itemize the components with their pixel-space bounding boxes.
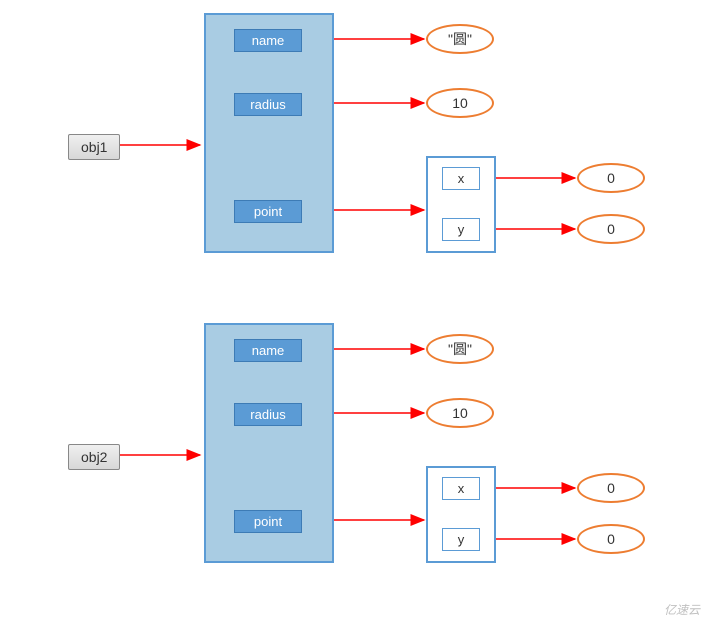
obj2-field-name: name	[234, 339, 302, 362]
obj1-value-name: "圆"	[426, 24, 494, 54]
obj2-field-radius: radius	[234, 403, 302, 426]
obj2-field-point: point	[234, 510, 302, 533]
obj1-value-x: 0	[577, 163, 645, 193]
obj2-value-radius: 10	[426, 398, 494, 428]
obj2-point-x: x	[442, 477, 480, 500]
obj2-value-y: 0	[577, 524, 645, 554]
obj1-value-y: 0	[577, 214, 645, 244]
watermark-text: 亿速云	[664, 601, 700, 618]
obj1-field-point: point	[234, 200, 302, 223]
obj1-box: obj1	[68, 134, 120, 160]
obj2-point-y: y	[442, 528, 480, 551]
obj2-value-name: "圆"	[426, 334, 494, 364]
obj1-point-y: y	[442, 218, 480, 241]
obj2-box: obj2	[68, 444, 120, 470]
obj2-value-x: 0	[577, 473, 645, 503]
obj1-field-radius: radius	[234, 93, 302, 116]
obj1-point-x: x	[442, 167, 480, 190]
obj1-field-name: name	[234, 29, 302, 52]
obj1-value-radius: 10	[426, 88, 494, 118]
